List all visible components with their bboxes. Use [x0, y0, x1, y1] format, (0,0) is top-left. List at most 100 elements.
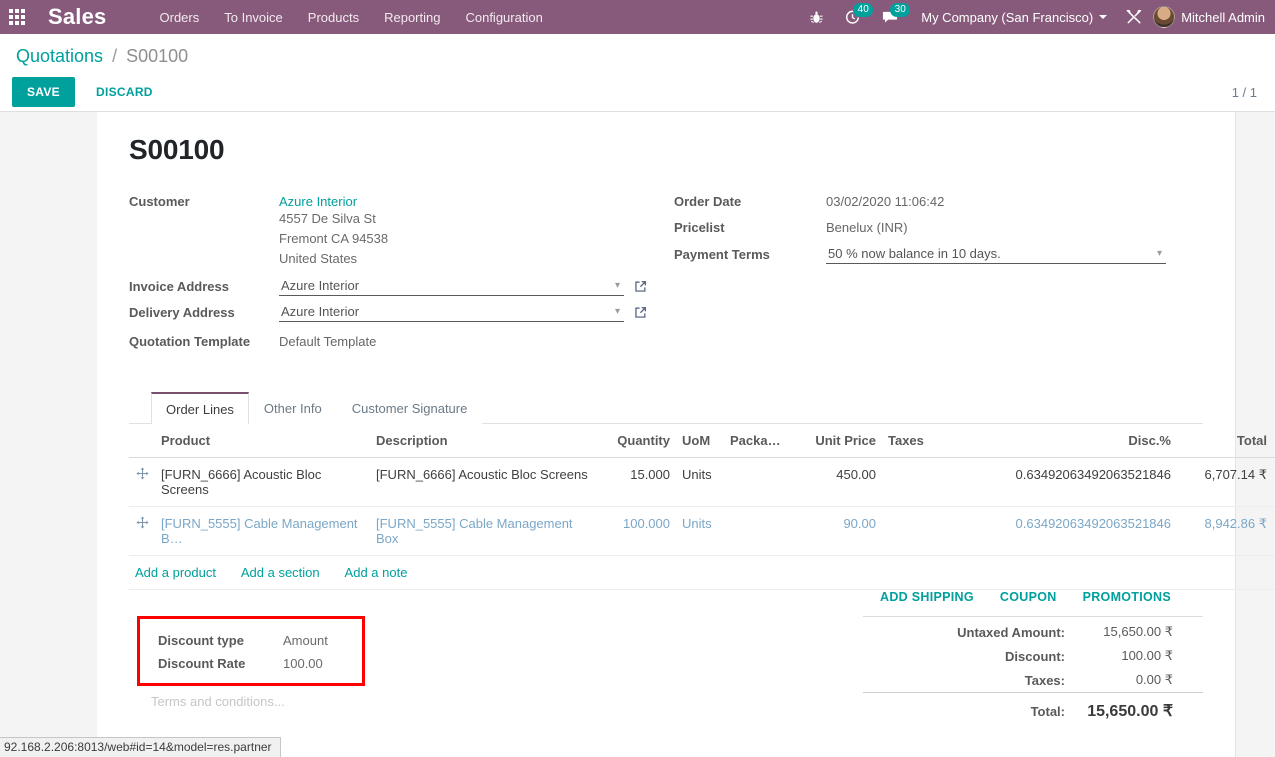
customer-address-country: United States [279, 251, 358, 266]
table-row[interactable]: [FURN_6666] Acoustic Bloc Screens [FURN_… [129, 457, 1275, 507]
cell-total: 8,942.86 ₹ [1177, 506, 1273, 556]
quotation-template-value[interactable]: Default Template [279, 332, 376, 349]
chevron-down-icon[interactable]: ▾ [613, 280, 622, 291]
discount-rate-value[interactable]: 100.00 [283, 656, 323, 671]
table-row[interactable]: [FURN_5555] Cable Management B… [FURN_55… [129, 506, 1275, 556]
cell-taxes[interactable] [882, 506, 982, 556]
cell-quantity[interactable]: 100.000 [600, 506, 676, 556]
header-total[interactable]: Total [1177, 424, 1273, 458]
discount-type-value[interactable]: Amount [283, 633, 328, 648]
menu-configuration[interactable]: Configuration [454, 2, 553, 33]
activity-clock-icon[interactable]: 40 [834, 0, 874, 34]
add-a-note-link[interactable]: Add a note [345, 565, 408, 580]
field-order-date: Order Date 03/02/2020 11:06:42 [674, 192, 1194, 215]
browser-status-bar: 92.168.2.206:8013/web#id=14&model=res.pa… [0, 737, 281, 757]
user-avatar[interactable] [1153, 6, 1176, 28]
header-discount[interactable]: Disc.% [982, 424, 1177, 458]
breadcrumb-quotations[interactable]: Quotations [16, 46, 103, 66]
form-sheet: S00100 Customer Azure Interior 4557 De S… [97, 112, 1275, 757]
field-payment-terms: Payment Terms 50 % now balance in 10 day… [674, 245, 1194, 268]
delivery-address-input[interactable]: Azure Interior ▾ [279, 303, 624, 322]
cell-discount[interactable]: 0.63492063492063521846 [982, 457, 1177, 507]
delivery-address-value: Azure Interior [281, 304, 360, 319]
main-menu: Orders To Invoice Products Reporting Con… [149, 2, 554, 33]
menu-orders[interactable]: Orders [149, 2, 211, 33]
discount-highlight-box: Discount type Amount Discount Rate 100.0… [137, 616, 365, 686]
add-a-section-link[interactable]: Add a section [241, 565, 320, 580]
footer-area: Discount type Amount Discount Rate 100.0… [129, 616, 1203, 725]
quotation-template-label: Quotation Template [129, 334, 251, 349]
tab-order-lines[interactable]: Order Lines [151, 392, 249, 424]
header-taxes[interactable]: Taxes [882, 424, 982, 458]
cell-uom[interactable]: Units [676, 457, 724, 507]
save-button[interactable]: SAVE [12, 77, 75, 107]
cell-uom[interactable]: Units [676, 506, 724, 556]
add-shipping-button[interactable]: ADD SHIPPING [880, 590, 974, 604]
header-left-column: Customer Azure Interior 4557 De Silva St… [129, 192, 674, 358]
cell-quantity[interactable]: 15.000 [600, 457, 676, 507]
cell-taxes[interactable] [882, 457, 982, 507]
cell-discount[interactable]: 0.63492063492063521846 [982, 506, 1177, 556]
header-description[interactable]: Description [370, 424, 600, 458]
header-unit-price[interactable]: Unit Price [790, 424, 882, 458]
cell-unit-price[interactable]: 450.00 [790, 457, 882, 507]
menu-reporting[interactable]: Reporting [373, 2, 451, 33]
developer-tools-icon[interactable] [1115, 0, 1153, 34]
header-quantity[interactable]: Quantity [600, 424, 676, 458]
add-a-product-link[interactable]: Add a product [135, 565, 216, 580]
user-menu-name[interactable]: Mitchell Admin [1181, 10, 1267, 25]
order-date-value[interactable]: 03/02/2020 11:06:42 [826, 192, 944, 209]
customer-name-link[interactable]: Azure Interior [279, 192, 388, 209]
field-customer: Customer Azure Interior 4557 De Silva St… [129, 192, 674, 269]
top-navbar: Sales Orders To Invoice Products Reporti… [0, 0, 1275, 34]
grand-total-value: 15,650.00 ₹ [1083, 692, 1203, 725]
invoice-address-value: Azure Interior [281, 278, 360, 293]
payment-terms-input[interactable]: 50 % now balance in 10 days. ▾ [826, 245, 1166, 264]
notebook-tabs: Order Lines Other Info Customer Signatur… [129, 392, 1203, 424]
tab-other-info[interactable]: Other Info [248, 392, 337, 424]
apps-grid-icon[interactable] [0, 0, 34, 34]
cell-packaging[interactable] [724, 457, 790, 507]
tab-customer-signature[interactable]: Customer Signature [336, 392, 483, 424]
cell-product[interactable]: [FURN_6666] Acoustic Bloc Screens [155, 457, 370, 507]
coupon-button[interactable]: COUPON [1000, 590, 1057, 604]
cell-description[interactable]: [FURN_5555] Cable Management Box [370, 506, 600, 556]
invoice-address-label: Invoice Address [129, 279, 229, 294]
header-packaging[interactable]: Packa… [724, 424, 790, 458]
header-product[interactable]: Product [155, 424, 370, 458]
discard-button[interactable]: DISCARD [83, 77, 166, 107]
menu-products[interactable]: Products [297, 2, 370, 33]
company-switcher[interactable]: My Company (San Francisco) [909, 10, 1115, 25]
cell-packaging[interactable] [724, 506, 790, 556]
drag-handle-icon[interactable] [129, 457, 155, 507]
record-pager[interactable]: 1 / 1 [1232, 85, 1263, 100]
invoice-address-external-link-icon[interactable] [634, 280, 647, 293]
totals-table: Untaxed Amount: 15,650.00 ₹ Discount: 10… [863, 616, 1203, 725]
chevron-down-icon[interactable]: ▾ [613, 306, 622, 317]
drag-handle-icon[interactable] [129, 506, 155, 556]
customer-address-street: 4557 De Silva St [279, 211, 376, 226]
header-fields-group: Customer Azure Interior 4557 De Silva St… [129, 192, 1203, 358]
field-invoice-address: Invoice Address Azure Interior ▾ [129, 277, 674, 300]
discount-total-value: 100.00 ₹ [1121, 648, 1173, 663]
menu-to-invoice[interactable]: To Invoice [213, 2, 294, 33]
discount-total-label: Discount: [1005, 648, 1065, 664]
breadcrumb: Quotations / S00100 [16, 46, 1263, 67]
record-title: S00100 [129, 134, 225, 165]
chevron-down-icon[interactable]: ▾ [1155, 248, 1164, 259]
invoice-address-input[interactable]: Azure Interior ▾ [279, 277, 624, 296]
cell-description[interactable]: [FURN_6666] Acoustic Bloc Screens [370, 457, 600, 507]
delivery-address-external-link-icon[interactable] [634, 306, 647, 319]
promotions-button[interactable]: PROMOTIONS [1083, 590, 1171, 604]
field-discount-rate: Discount Rate 100.00 [158, 656, 346, 671]
header-uom[interactable]: UoM [676, 424, 724, 458]
cell-unit-price[interactable]: 90.00 [790, 506, 882, 556]
messages-chat-icon[interactable]: 30 [871, 0, 911, 34]
customer-address-city: Fremont CA 94538 [279, 231, 389, 246]
pricelist-value[interactable]: Benelux (INR) [826, 218, 908, 235]
terms-and-conditions[interactable]: Terms and conditions... [151, 694, 689, 709]
app-brand-sales[interactable]: Sales [48, 6, 107, 28]
bug-icon[interactable] [799, 0, 834, 34]
cell-product[interactable]: [FURN_5555] Cable Management B… [155, 506, 370, 556]
field-delivery-address: Delivery Address Azure Interior ▾ [129, 303, 674, 326]
